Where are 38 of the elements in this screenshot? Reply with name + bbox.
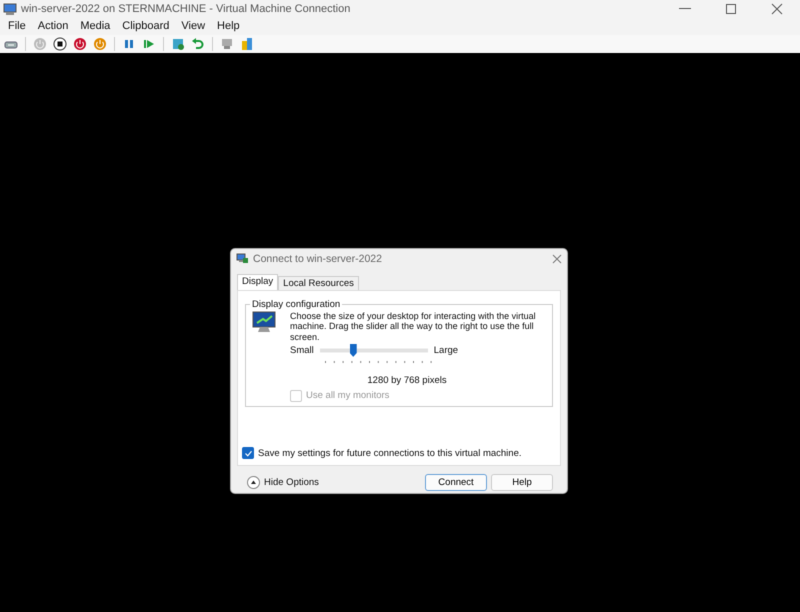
checkbox-label: Save my settings for future connections to this virtual machine. <box>258 448 522 458</box>
checkbox-label: Use all my monitors <box>306 390 390 402</box>
play-icon[interactable] <box>142 37 156 51</box>
undo-icon[interactable] <box>191 37 205 51</box>
minimize-icon <box>679 8 691 9</box>
pause-icon[interactable] <box>122 37 136 51</box>
check-icon <box>244 448 252 458</box>
menu-item[interactable]: Action <box>32 20 74 32</box>
tab[interactable]: Display <box>237 274 278 290</box>
power-icon[interactable] <box>93 37 107 51</box>
resolution-text: 1280 by 768 pixels <box>366 374 448 386</box>
close-icon <box>552 254 562 264</box>
menu-item[interactable]: Clipboard <box>116 20 176 32</box>
app-icon <box>236 252 249 265</box>
menu-item[interactable]: Media <box>74 20 116 32</box>
monitor-icon <box>252 311 276 333</box>
slider-label: Small <box>290 344 314 356</box>
app-icon <box>3 2 17 16</box>
collapse-icon <box>247 476 260 489</box>
group-title: Display configuration <box>251 299 342 310</box>
slider-label: Large <box>434 344 458 356</box>
monitor-icon[interactable] <box>220 37 234 51</box>
close-icon <box>771 2 783 14</box>
power-icon[interactable] <box>73 37 87 51</box>
window-title: win-server-2022 on STERNMACHINE - Virtual Machine Connection <box>21 2 352 14</box>
connect-button[interactable]: Connect <box>425 474 487 491</box>
menu-item[interactable]: Help <box>211 20 246 32</box>
maximize-icon <box>725 2 737 14</box>
help-button[interactable]: Help <box>491 474 553 491</box>
tab[interactable]: Local Resources <box>278 276 359 290</box>
menu-item[interactable]: View <box>175 20 212 32</box>
dialog-title: Connect to win-server-2022 <box>253 252 383 264</box>
menu-item[interactable]: File <box>2 20 32 32</box>
slider-thumb[interactable] <box>350 344 357 357</box>
stop-icon[interactable] <box>53 37 67 51</box>
checkbox[interactable] <box>242 447 254 459</box>
hide-options-button[interactable]: Hide Options <box>247 476 319 489</box>
description: Choose the size of your desktop for interacting with the virtual machine. Drag the slider all the way to the right to use the full screen. <box>290 311 537 342</box>
